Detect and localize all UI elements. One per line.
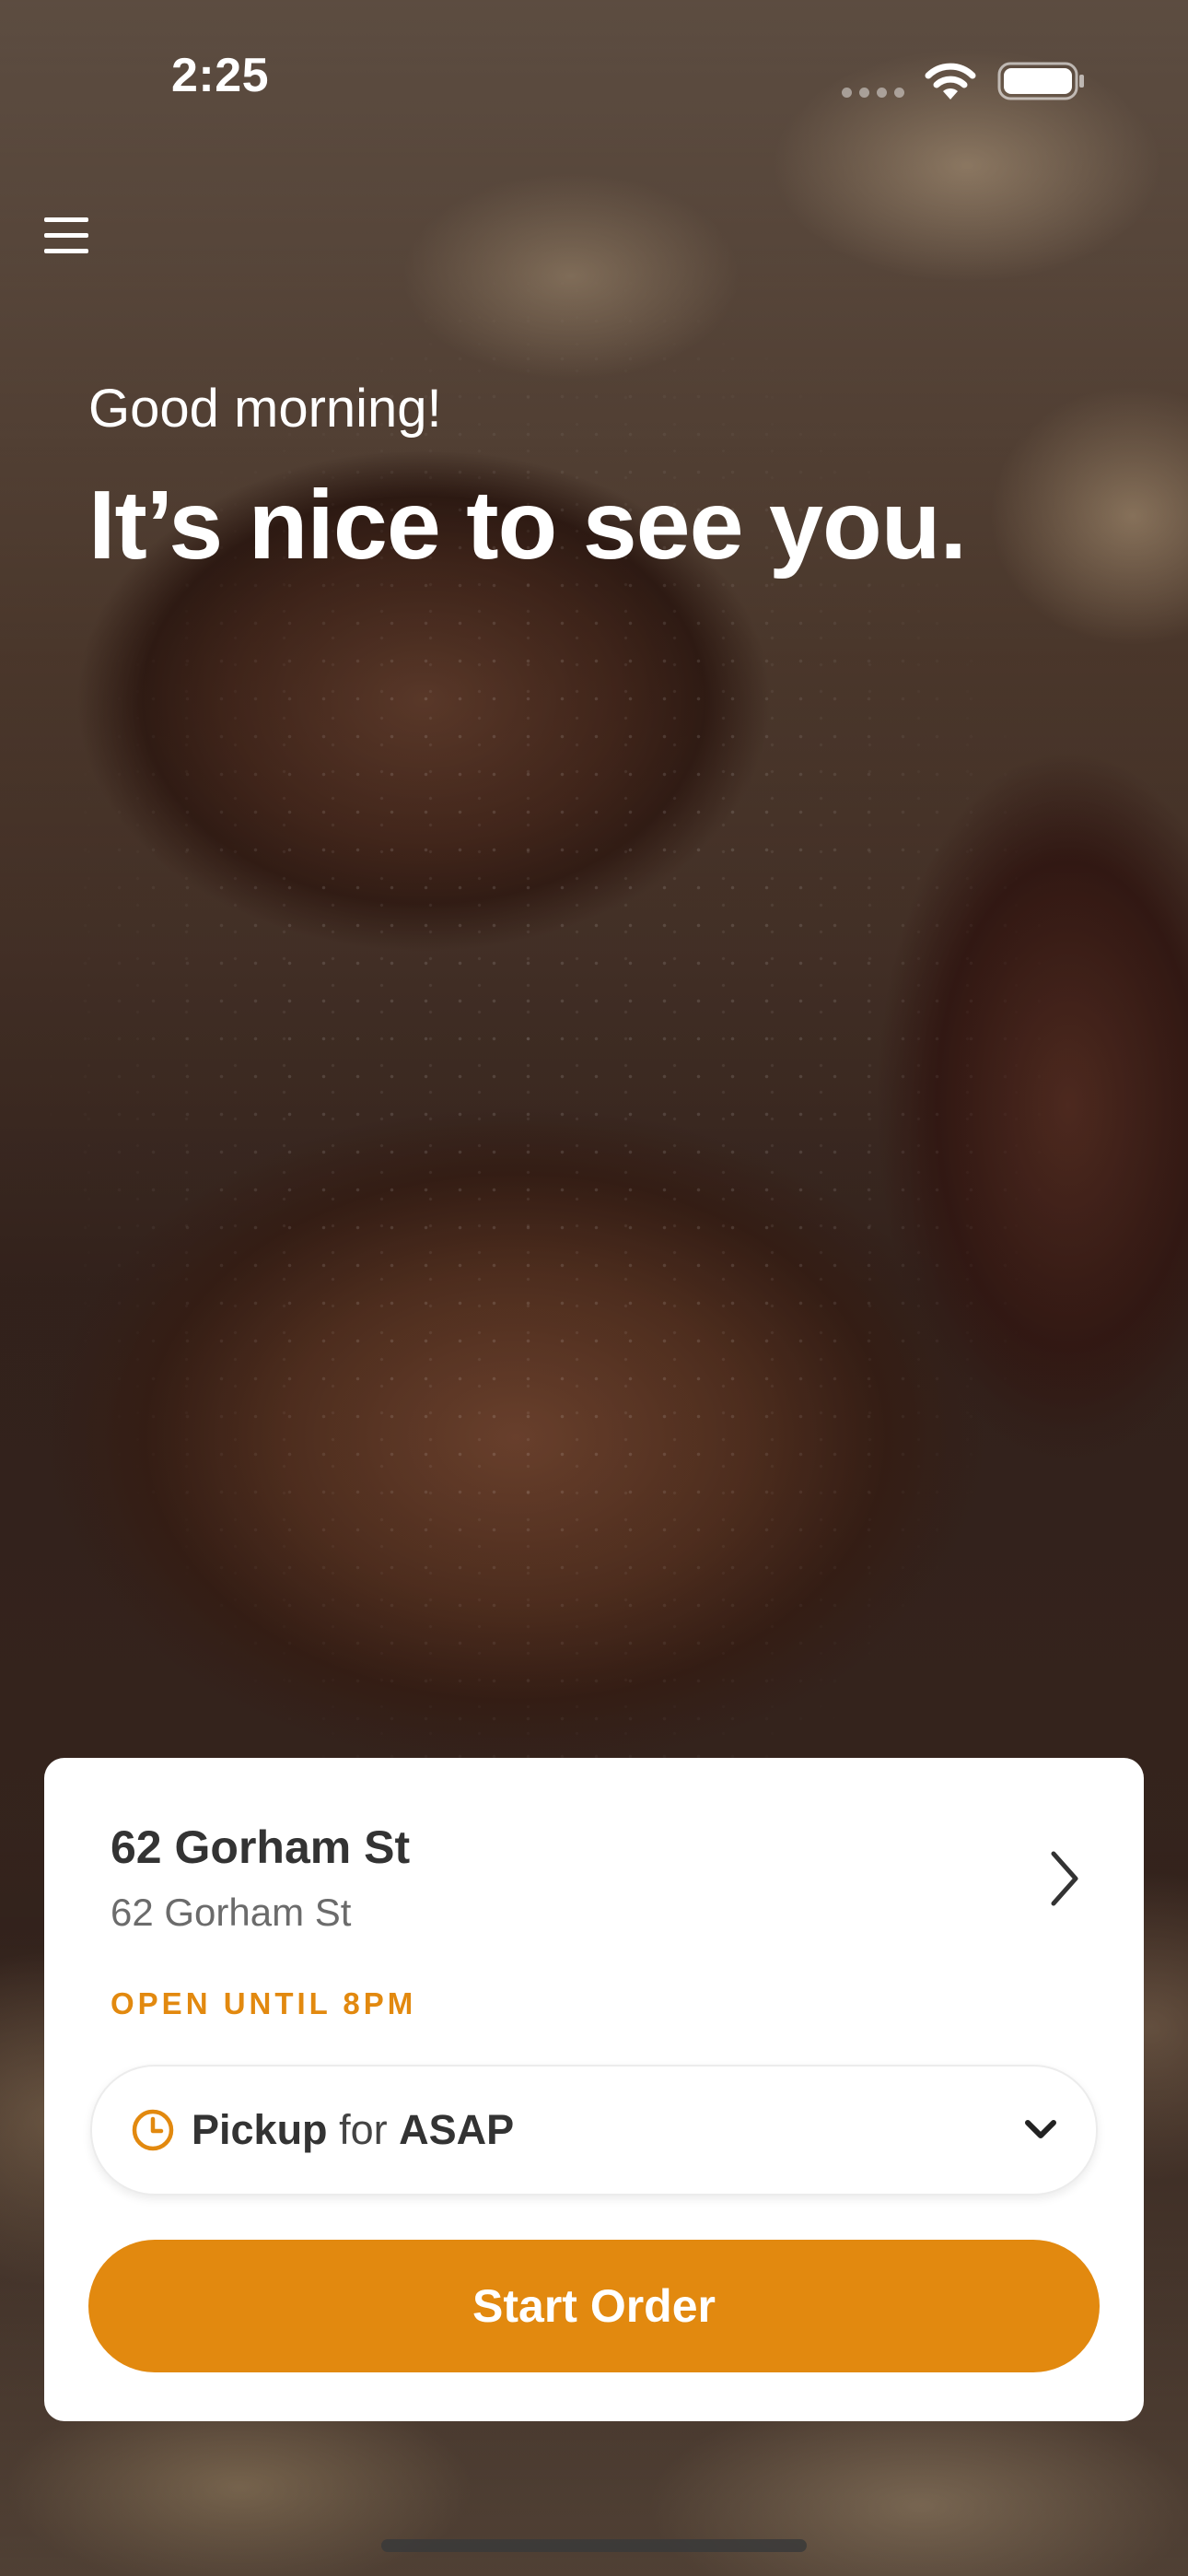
status-time: 2:25	[171, 49, 270, 102]
store-hours-status: OPEN UNTIL 8PM	[111, 1986, 417, 2020]
location-card: 62 Gorham St 62 Gorham St OPEN UNTIL 8PM…	[44, 1758, 1144, 2421]
status-bar: 2:25	[0, 0, 1188, 157]
location-name: 62 Gorham St	[111, 1821, 411, 1873]
clock-icon	[132, 2109, 174, 2151]
location-address: 62 Gorham St	[111, 1891, 352, 1934]
order-mode-dropdown[interactable]: Pickup for ASAP	[90, 2065, 1098, 2195]
order-type: Pickup	[192, 2106, 328, 2153]
home-indicator[interactable]	[381, 2539, 807, 2552]
order-time: ASAP	[399, 2106, 515, 2153]
page-headline: It’s nice to see you.	[88, 471, 967, 580]
wifi-icon	[925, 63, 976, 100]
location-selector[interactable]: 62 Gorham St 62 Gorham St	[44, 1758, 1144, 1961]
order-mode-label: Pickup for ASAP	[192, 2106, 514, 2154]
chevron-down-icon	[1025, 2120, 1056, 2138]
greeting-text: Good morning!	[88, 379, 442, 439]
start-order-button[interactable]: Start Order	[88, 2240, 1100, 2372]
order-mode-connector: for	[339, 2106, 388, 2153]
cellular-signal-icon	[842, 88, 904, 98]
chevron-right-icon	[1051, 1851, 1078, 1906]
hamburger-menu-icon[interactable]	[37, 205, 98, 265]
battery-icon	[997, 62, 1084, 100]
